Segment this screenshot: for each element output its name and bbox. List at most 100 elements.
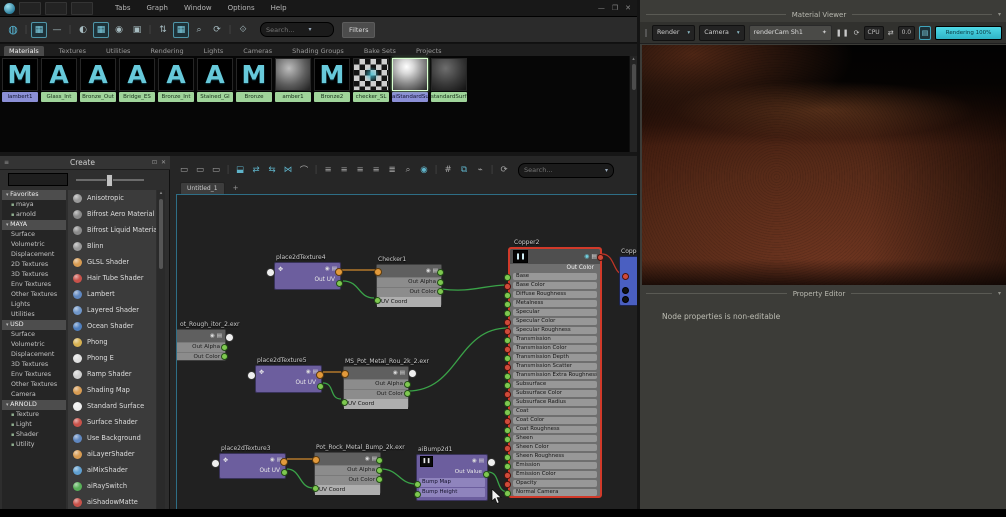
- category-tree-item[interactable]: Volumetric: [2, 240, 66, 250]
- port-dot[interactable]: [504, 490, 511, 497]
- attribute-row[interactable]: Emission: [504, 461, 600, 470]
- node-editor-toolbar-icon[interactable]: |: [489, 163, 495, 177]
- node-editor-toolbar-icon[interactable]: ▭: [177, 163, 191, 177]
- node-editor-toolbar-icon[interactable]: ≡: [337, 163, 351, 177]
- category-tree-item[interactable]: Shader: [2, 430, 66, 440]
- attribute-row[interactable]: Transmission: [504, 335, 600, 344]
- toolbar-icon[interactable]: ⇅: [155, 22, 171, 38]
- port-dot[interactable]: [504, 364, 511, 371]
- material-swatch[interactable]: Bronze_Int: [158, 58, 195, 102]
- node-editor-toolbar-icon[interactable]: |: [313, 163, 319, 177]
- swap-icon[interactable]: ⇄: [888, 29, 894, 37]
- panel-drag-icon[interactable]: ≡: [4, 159, 9, 166]
- toolbar-icon[interactable]: ◍: [5, 22, 21, 38]
- category-tree-item[interactable]: Surface: [2, 230, 66, 240]
- attribute-row[interactable]: Subsurface Color: [504, 389, 600, 398]
- material-label[interactable]: amber1: [275, 92, 311, 102]
- port-dot[interactable]: [504, 481, 511, 488]
- node-file-clipped[interactable]: ot_Rough_itor_2.exr ◉ ▤ Out Alpha Out Col…: [177, 321, 240, 361]
- port-dot[interactable]: [504, 400, 511, 407]
- toolbar-icon[interactable]: —: [49, 22, 65, 38]
- eye-icon[interactable]: ◉: [584, 253, 589, 260]
- node-type-item[interactable]: Phong: [68, 334, 156, 350]
- browser-scrollbar[interactable]: ▴: [629, 56, 637, 152]
- material-swatch[interactable]: Bridge_ES: [119, 58, 156, 102]
- port-dot[interactable]: [504, 274, 511, 281]
- material-thumbnail[interactable]: [275, 58, 311, 91]
- port-dot[interactable]: [504, 445, 511, 452]
- attribute-row[interactable]: Transmission Color: [504, 344, 600, 353]
- attribute-row[interactable]: Transmission Depth: [504, 353, 600, 362]
- port-dot[interactable]: [504, 310, 511, 317]
- category-tree-item[interactable]: Env Textures: [2, 370, 66, 380]
- category-tree-item[interactable]: Favorites: [2, 190, 66, 200]
- material-label[interactable]: aiStandardSur: [392, 92, 428, 102]
- material-thumbnail[interactable]: [236, 58, 272, 91]
- node-roughness-file[interactable]: MS_Pot_Metal_Rou_2k_2.exr ◉ ▤ Out Alpha O…: [341, 358, 429, 409]
- wire-bumpmap[interactable]: [380, 468, 417, 485]
- node-type-item[interactable]: aiShadowMatte: [68, 494, 156, 510]
- category-tree-item[interactable]: Camera: [2, 390, 66, 400]
- port-dot-input[interactable]: [247, 371, 256, 380]
- node-type-item[interactable]: Shading Map: [68, 382, 156, 398]
- category-tree-item[interactable]: arnold: [2, 210, 66, 220]
- port-dot-outvalue[interactable]: [483, 471, 490, 478]
- toolbar-icon[interactable]: |: [147, 22, 153, 38]
- node-type-item[interactable]: GLSL Shader: [68, 254, 156, 270]
- port-dot[interactable]: [504, 472, 511, 479]
- node-editor-toolbar-icon[interactable]: #: [441, 163, 455, 177]
- environment-field[interactable]: renderCam Sh1 ✦: [748, 24, 832, 41]
- toolbar-icon[interactable]: ▦: [31, 21, 47, 38]
- ratio-value[interactable]: 0.0: [897, 25, 916, 40]
- attribute-row[interactable]: Emission Color: [504, 470, 600, 479]
- port-dot-outcolor[interactable]: [597, 254, 604, 261]
- attribute-row[interactable]: Base: [504, 272, 600, 281]
- wire-p2d4-outuv[interactable]: [342, 280, 375, 299]
- port-dot[interactable]: [225, 333, 234, 342]
- port-dot-out[interactable]: [316, 371, 324, 379]
- port-dot[interactable]: [221, 353, 228, 360]
- node-place2dtexture3[interactable]: place2dTexture3 ✥ ◉▤ Out UV: [211, 445, 288, 479]
- node-type-item[interactable]: Standard Surface: [68, 398, 156, 414]
- node-editor-toolbar-icon[interactable]: ≡: [321, 163, 335, 177]
- category-tree-item[interactable]: Displacement: [2, 350, 66, 360]
- port-dot-bumpheight[interactable]: [414, 491, 421, 498]
- port-dot[interactable]: [376, 457, 383, 464]
- port-dot[interactable]: [504, 319, 511, 326]
- chevron-down-icon[interactable]: ▾: [309, 26, 312, 33]
- material-label[interactable]: Stained_Gl: [197, 92, 233, 102]
- toolbar-icon[interactable]: ◐: [75, 22, 91, 38]
- port-dot-uv[interactable]: [312, 456, 320, 464]
- window-control-icon[interactable]: —: [598, 3, 605, 14]
- port-dot[interactable]: [504, 292, 511, 299]
- port-dot-outuv[interactable]: [317, 383, 324, 390]
- node-editor-toolbar-icon[interactable]: ⇄: [249, 163, 263, 177]
- category-tree-item[interactable]: Env Textures: [2, 280, 66, 290]
- material-thumbnail[interactable]: [119, 58, 155, 91]
- port-dot[interactable]: [504, 337, 511, 344]
- node-editor-toolbar-icon[interactable]: ▭: [193, 163, 207, 177]
- port-dot-volumeshader[interactable]: [622, 287, 629, 294]
- port-dot[interactable]: [504, 436, 511, 443]
- material-swatch[interactable]: Bronze2: [314, 58, 351, 102]
- attribute-row[interactable]: Coat: [504, 407, 600, 416]
- attribute-row[interactable]: Normal Camera: [504, 488, 600, 497]
- slider-handle[interactable]: [106, 174, 113, 187]
- category-tree-item[interactable]: Lights: [2, 300, 66, 310]
- port-dot-surfaceshader[interactable]: [622, 273, 629, 280]
- node-editor-toolbar-icon[interactable]: |: [225, 163, 231, 177]
- port-dot[interactable]: [504, 391, 511, 398]
- node-graph-canvas[interactable]: ot_Rough_itor_2.exr ◉ ▤ Out Alpha Out Col…: [176, 194, 639, 517]
- port-dot[interactable]: [376, 476, 383, 483]
- port-dot-uvcoord[interactable]: [374, 297, 381, 304]
- node-editor-toolbar-icon[interactable]: ▭: [209, 163, 223, 177]
- material-label[interactable]: Bronze_Int: [158, 92, 194, 102]
- pause-button[interactable]: ❚❚: [836, 29, 850, 37]
- port-dot[interactable]: [504, 463, 511, 470]
- material-label[interactable]: Bronze_Out: [80, 92, 116, 102]
- attribute-row[interactable]: Sheen Color: [504, 443, 600, 452]
- node-editor-toolbar-icon[interactable]: ◉: [417, 163, 431, 177]
- node-editor-toolbar-icon[interactable]: ⌁: [473, 163, 487, 177]
- toolbar-icon[interactable]: ⟳: [209, 22, 225, 38]
- node-editor-toolbar-icon[interactable]: ⋈: [281, 163, 295, 177]
